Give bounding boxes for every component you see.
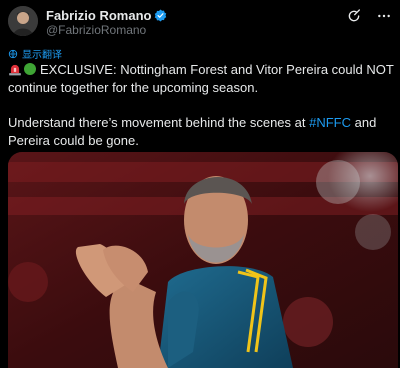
siren-emoji-icon: [9, 64, 21, 76]
handle[interactable]: @FabrizioRomano: [46, 23, 146, 37]
translate-label: 显示翻译: [22, 50, 62, 61]
grok-icon[interactable]: [346, 8, 362, 24]
tweet-line-2-before: Understand there’s movement behind the s…: [8, 115, 310, 130]
globe-icon: [8, 49, 18, 58]
display-name[interactable]: Fabrizio Romano: [46, 8, 151, 23]
green-circle-emoji-icon: [24, 63, 36, 75]
hashtag-link[interactable]: #NFFC: [309, 115, 351, 130]
verified-badge-icon: [155, 9, 167, 22]
tweet-header: Fabrizio Romano @FabrizioRomano: [8, 6, 392, 40]
more-icon[interactable]: [376, 8, 392, 24]
tweet-media-photo[interactable]: [8, 152, 398, 368]
tweet-paragraph-1: EXCLUSIVE: Nottingham Forest and Vitor P…: [8, 61, 394, 97]
tweet-text: EXCLUSIVE: Nottingham Forest and Vitor P…: [8, 61, 394, 150]
tweet-line-1: EXCLUSIVE: Nottingham Forest and Vitor P…: [8, 62, 394, 95]
name-row: Fabrizio Romano: [46, 8, 167, 23]
translate-link[interactable]: 显示翻译: [8, 46, 62, 61]
header-actions: [346, 8, 392, 24]
avatar[interactable]: [8, 6, 38, 36]
tweet-paragraph-2: Understand there’s movement behind the s…: [8, 114, 394, 150]
